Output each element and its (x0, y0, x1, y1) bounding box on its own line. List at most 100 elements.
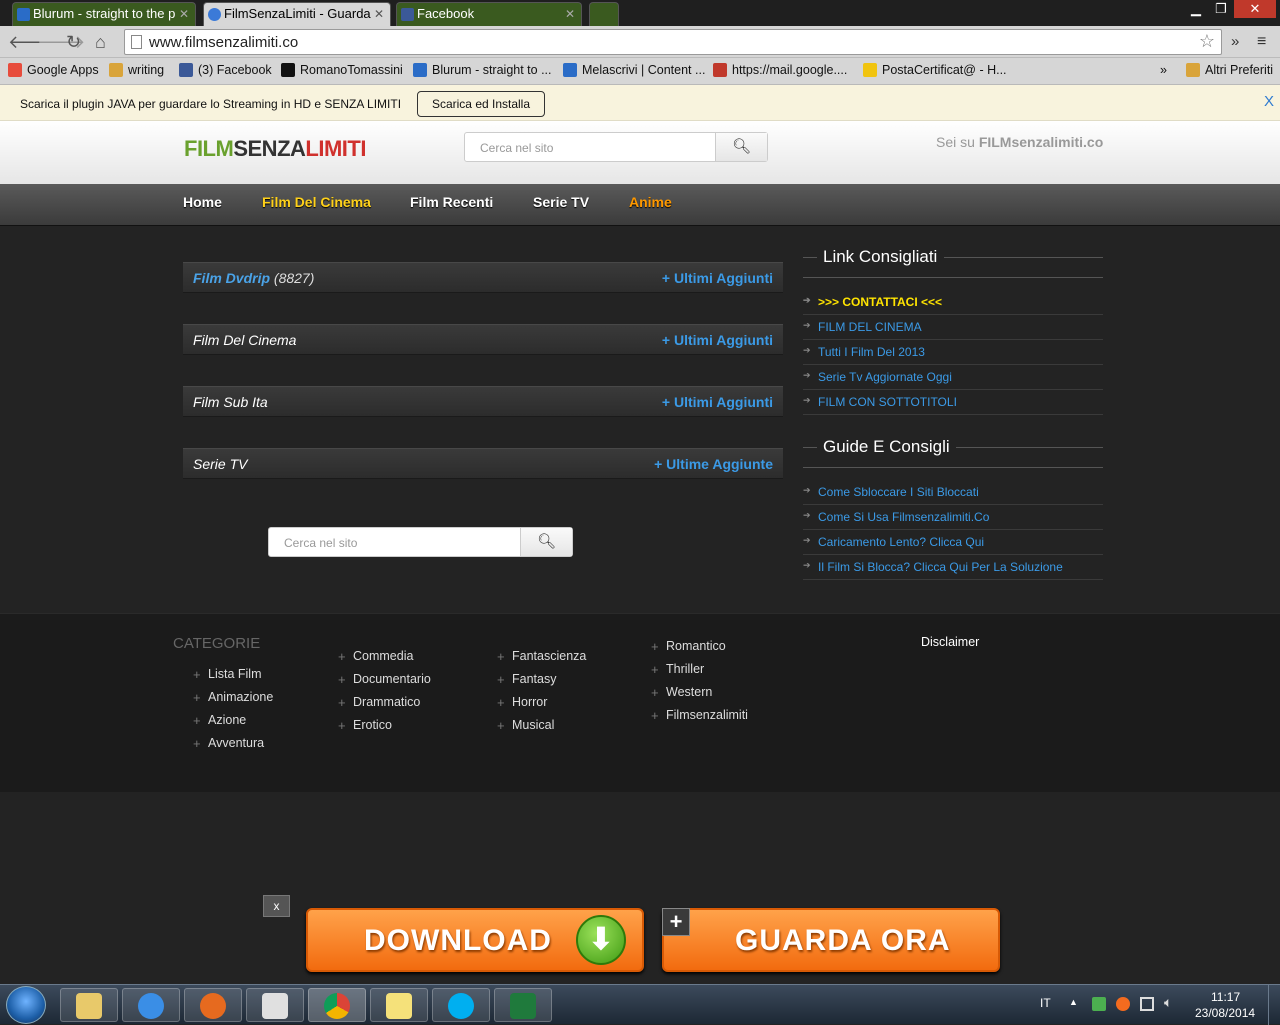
bookmark-blurum[interactable]: Blurum - straight to ... (413, 63, 551, 77)
sidebar-link-sottotitoli[interactable]: ➔ FILM CON SOTTOTITOLI (803, 390, 1103, 415)
bookmark-postacert[interactable]: PostaCertificat@ - H... (863, 63, 1007, 77)
footer-category-link[interactable]: + Musical (497, 718, 554, 733)
sidebar-guide-sbloccare[interactable]: ➔ Come Sbloccare I Siti Bloccati (803, 480, 1103, 505)
footer-category-link[interactable]: + Lista Film (193, 667, 261, 682)
close-plugin-bar-button[interactable]: X (1264, 93, 1274, 110)
star-icon[interactable]: ☆ (1199, 31, 1215, 52)
taskbar-skype[interactable] (432, 988, 490, 1022)
clock-date[interactable]: 23/08/2014 (1195, 1006, 1255, 1020)
address-bar[interactable]: www.filmsenzalimiti.co ☆ (124, 29, 1222, 55)
start-button[interactable] (6, 986, 46, 1024)
latest-added-link[interactable]: + Ultimi Aggiunti (662, 332, 773, 348)
plus-icon: + (193, 736, 201, 751)
bookmark-google-apps[interactable]: Google Apps (8, 63, 99, 77)
taskbar-ie[interactable] (122, 988, 180, 1022)
tray-app-icon[interactable] (1116, 997, 1130, 1011)
restore-button[interactable]: ❐ (1207, 0, 1235, 18)
taskbar-apps[interactable] (246, 988, 304, 1022)
sidebar-guide-caricamento[interactable]: ➔ Caricamento Lento? Clicca Qui (803, 530, 1103, 555)
taskbar-excel[interactable] (494, 988, 552, 1022)
latest-added-link[interactable]: + Ultime Aggiunte (654, 456, 773, 472)
other-bookmarks-folder[interactable]: Altri Preferiti (1186, 63, 1273, 77)
footer-category-link[interactable]: + Fantasy (497, 672, 556, 687)
network-icon[interactable] (1140, 997, 1154, 1011)
menu-icon[interactable]: ≡ (1257, 32, 1266, 52)
footer-category-link[interactable]: + Drammatico (338, 695, 420, 710)
close-ad-button[interactable]: x (263, 895, 290, 917)
footer-category-link[interactable]: + Documentario (338, 672, 431, 687)
tab-filmsenzalimiti[interactable]: FilmSenzaLimiti - Guarda ✕ (203, 2, 391, 26)
latest-added-link[interactable]: + Ultimi Aggiunti (662, 270, 773, 286)
footer-category-link[interactable]: + Azione (193, 713, 246, 728)
taskbar-notes[interactable] (370, 988, 428, 1022)
menu-anime[interactable]: Anime (629, 194, 672, 210)
menu-film-del-cinema[interactable]: Film Del Cinema (262, 194, 371, 210)
footer-category-link[interactable]: + Romantico (651, 639, 726, 654)
menu-serie-tv[interactable]: Serie TV (533, 194, 589, 210)
reload-icon[interactable]: ↻ (66, 32, 81, 52)
install-plugin-button[interactable]: Scarica ed Installa (417, 91, 545, 117)
sidebar-link-film-2013[interactable]: ➔ Tutti I Film Del 2013 (803, 340, 1103, 365)
tab-blurum[interactable]: Blurum - straight to the p ✕ (12, 2, 196, 26)
search-button[interactable]: 🔍︎ (520, 528, 572, 556)
bookmark-gmail[interactable]: https://mail.google.... (713, 63, 847, 77)
seisu-domain: FILMsenzalimiti.co (978, 134, 1104, 150)
search-input[interactable]: Cerca nel sito (284, 536, 357, 550)
title-divider (944, 257, 1103, 258)
plus-icon: + (651, 685, 659, 700)
taskbar-firefox[interactable] (184, 988, 242, 1022)
close-tab-icon[interactable]: ✕ (179, 7, 189, 21)
footer-category-link[interactable]: + Horror (497, 695, 547, 710)
bookmark-melascrivi[interactable]: Melascrivi | Content ... (563, 63, 705, 77)
disclaimer-link[interactable]: Disclaimer (921, 635, 979, 649)
sidebar-link-contattaci[interactable]: ➔ >>> CONTATTACI <<< (803, 290, 1103, 315)
footer-category-link[interactable]: + Western (651, 685, 712, 700)
footer-category-link[interactable]: + Thriller (651, 662, 704, 677)
show-desktop-button[interactable] (1268, 985, 1280, 1025)
security-tray-icon[interactable] (1092, 997, 1106, 1011)
show-hidden-icons-icon[interactable]: ▲ (1069, 997, 1078, 1007)
category-title[interactable]: Film Dvdrip (8827) (193, 270, 314, 286)
sidebar-guide-come-si-usa[interactable]: ➔ Come Si Usa Filmsenzalimiti.Co (803, 505, 1103, 530)
search-input[interactable]: Cerca nel sito (480, 141, 553, 155)
site-footer: CATEGORIE + Lista Film + Animazione + Azion… (0, 613, 1280, 792)
category-title[interactable]: Film Sub Ita (193, 394, 268, 410)
clock-time[interactable]: 11:17 (1211, 990, 1240, 1004)
close-tab-icon[interactable]: ✕ (565, 7, 575, 21)
extensions-chevron-icon[interactable]: » (1231, 32, 1239, 52)
watch-now-ad-button[interactable]: + GUARDA ORA (662, 908, 1000, 972)
home-icon[interactable]: ⌂ (95, 32, 106, 52)
bookmark-facebook[interactable]: (3) Facebook (179, 63, 272, 77)
footer-category-link[interactable]: + Filmsenzalimiti (651, 708, 748, 723)
bookmarks-more-button[interactable]: » (1160, 63, 1167, 77)
language-indicator[interactable]: IT (1040, 996, 1051, 1010)
minimize-button[interactable]: ▁ (1182, 0, 1210, 18)
footer-category-link[interactable]: + Commedia (338, 649, 413, 664)
sidebar-link-serie-tv[interactable]: ➔ Serie Tv Aggiornate Oggi (803, 365, 1103, 390)
category-title[interactable]: Serie TV (193, 456, 247, 472)
volume-icon[interactable]: 🔈︎ (1164, 994, 1172, 1011)
taskbar-chrome[interactable] (308, 988, 366, 1022)
footer-category-link[interactable]: + Animazione (193, 690, 273, 705)
close-window-button[interactable]: ✕ (1234, 0, 1276, 18)
sidebar-link-film-del-cinema[interactable]: ➔ FILM DEL CINEMA (803, 315, 1103, 340)
bookmark-writing[interactable]: writing (109, 63, 164, 77)
bookmark-romanotomassini[interactable]: RomanoTomassini (281, 63, 403, 77)
new-tab-button[interactable] (589, 2, 619, 26)
footer-category-link[interactable]: + Erotico (338, 718, 392, 733)
taskbar-explorer[interactable] (60, 988, 118, 1022)
footer-category-link[interactable]: + Fantascienza (497, 649, 586, 664)
latest-added-link[interactable]: + Ultimi Aggiunti (662, 394, 773, 410)
page-icon (131, 35, 142, 49)
menu-film-recenti[interactable]: Film Recenti (410, 194, 493, 210)
search-button[interactable]: 🔍︎ (715, 133, 767, 161)
site-logo[interactable]: FILMSENZALIMITI (184, 136, 366, 162)
category-box-cinema: Film Del Cinema + Ultimi Aggiunti (183, 324, 783, 355)
tab-facebook[interactable]: Facebook ✕ (396, 2, 582, 26)
footer-category-link[interactable]: + Avventura (193, 736, 264, 751)
close-tab-icon[interactable]: ✕ (374, 7, 384, 21)
download-ad-button[interactable]: DOWNLOAD ⬇ (306, 908, 644, 972)
menu-home[interactable]: Home (183, 194, 222, 210)
category-title[interactable]: Film Del Cinema (193, 332, 296, 348)
sidebar-guide-si-blocca[interactable]: ➔ Il Film Si Blocca? Clicca Qui Per La So… (803, 555, 1103, 580)
